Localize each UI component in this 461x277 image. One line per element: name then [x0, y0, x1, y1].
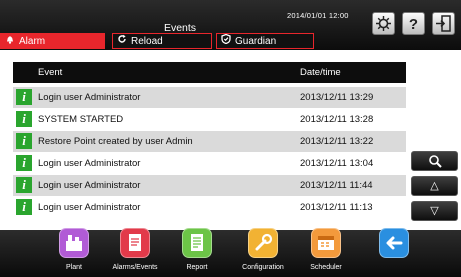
search-button[interactable]: [411, 151, 458, 171]
scroll-down-button[interactable]: ▽: [411, 201, 458, 221]
table-row[interactable]: i Login user Administrator 2013/12/11 11…: [13, 175, 406, 196]
info-icon: i: [16, 199, 32, 215]
tab-alarm-label: Alarm: [19, 36, 46, 47]
event-text: SYSTEM STARTED: [38, 114, 124, 125]
event-text: Restore Point created by user Admin: [38, 136, 193, 147]
table-row[interactable]: i Login user Administrator 2013/12/11 13…: [13, 153, 406, 174]
info-icon: i: [16, 133, 32, 149]
tab-alarm[interactable]: Alarm: [0, 33, 105, 49]
alarms-events-icon: [120, 228, 150, 258]
plant-icon: [59, 228, 89, 258]
guardian-icon: [220, 33, 232, 49]
tab-guardian[interactable]: Guardian: [216, 33, 314, 49]
info-icon: i: [16, 111, 32, 127]
event-datetime: 2013/12/11 13:04: [300, 158, 374, 169]
table-row[interactable]: i Login user Administrator 2013/12/11 11…: [13, 197, 406, 218]
nav-alarms-events[interactable]: Alarms/Events: [100, 228, 170, 275]
current-datetime: 2014/01/01 12:00: [287, 11, 349, 20]
logout-icon: [436, 15, 451, 32]
tab-reload-label: Reload: [131, 36, 163, 47]
scroll-down-icon: ▽: [430, 205, 439, 217]
event-text: Login user Administrator: [38, 180, 141, 191]
svg-text:?: ?: [409, 16, 418, 33]
logout-button[interactable]: [432, 12, 455, 35]
nav-back[interactable]: [359, 228, 429, 275]
events-table-header: Event Date/time: [13, 62, 406, 83]
column-header-event: Event: [38, 67, 63, 78]
info-icon: i: [16, 155, 32, 171]
nav-report[interactable]: Report: [162, 228, 232, 275]
nav-alarms-events-label: Alarms/Events: [112, 264, 158, 271]
configuration-icon: [248, 228, 278, 258]
event-datetime: 2013/12/11 13:29: [300, 92, 374, 103]
event-datetime: 2013/12/11 11:44: [300, 180, 373, 191]
nav-configuration[interactable]: Configuration: [228, 228, 298, 275]
help-icon: ?: [409, 16, 418, 33]
nav-configuration-label: Configuration: [242, 264, 284, 271]
event-text: Login user Administrator: [38, 158, 141, 169]
event-datetime: 2013/12/11 11:13: [300, 202, 373, 213]
tab-guardian-label: Guardian: [235, 36, 277, 47]
table-row[interactable]: i SYSTEM STARTED 2013/12/11 13:28: [13, 109, 406, 130]
report-icon: [182, 228, 212, 258]
table-row[interactable]: i Restore Point created by user Admin 20…: [13, 131, 406, 152]
reload-icon: [116, 34, 128, 49]
system-icon: [376, 16, 391, 31]
back-icon: [379, 228, 409, 258]
tab-reload[interactable]: Reload: [112, 33, 212, 49]
event-datetime: 2013/12/11 13:22: [300, 136, 374, 147]
search-icon: [428, 155, 442, 168]
nav-scheduler-label: Scheduler: [310, 264, 342, 271]
event-text: Login user Administrator: [38, 92, 141, 103]
column-header-datetime: Date/time: [300, 67, 341, 78]
info-icon: i: [16, 177, 32, 193]
scheduler-icon: [311, 228, 341, 258]
scroll-up-button[interactable]: △: [411, 176, 458, 196]
info-icon: i: [16, 89, 32, 105]
nav-plant-label: Plant: [66, 264, 82, 271]
event-text: Login user Administrator: [38, 202, 141, 213]
nav-scheduler[interactable]: Scheduler: [291, 228, 361, 275]
scroll-up-icon: △: [430, 180, 439, 192]
nav-report-label: Report: [186, 264, 208, 271]
bell-icon: [4, 34, 16, 49]
help-button[interactable]: ?: [402, 12, 425, 35]
nav-plant[interactable]: Plant: [39, 228, 109, 275]
table-row[interactable]: i Login user Administrator 2013/12/11 13…: [13, 87, 406, 108]
system-button[interactable]: [372, 12, 395, 35]
event-datetime: 2013/12/11 13:28: [300, 114, 374, 125]
